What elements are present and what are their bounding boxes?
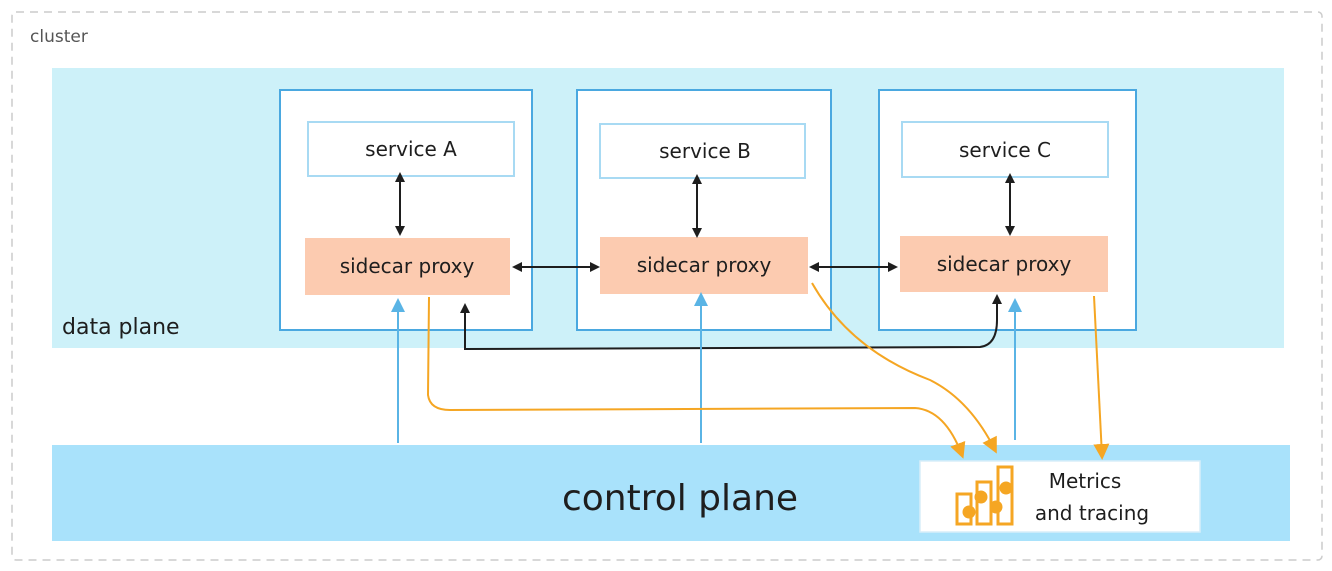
metrics-and-tracing-box[interactable]: Metrics and tracing — [919, 460, 1201, 533]
sidecar-proxy-c-label: sidecar proxy — [937, 252, 1072, 276]
sidecar-proxy-a-label: sidecar proxy — [340, 254, 475, 278]
service-mesh-diagram: cluster data plane control plane service… — [11, 11, 1323, 561]
pod-service-c: service C sidecar proxy — [878, 89, 1137, 331]
service-a-label: service A — [365, 137, 457, 161]
pod-service-a: service A sidecar proxy — [279, 89, 533, 331]
sidecar-proxy-b-label: sidecar proxy — [637, 253, 772, 277]
metrics-label-line1: Metrics — [1049, 469, 1122, 493]
pod-service-b: service B sidecar proxy — [576, 89, 832, 331]
metrics-label-line2: and tracing — [1035, 501, 1149, 525]
cluster-label: cluster — [30, 27, 88, 47]
service-c-label: service C — [959, 138, 1051, 162]
service-b-label: service B — [659, 139, 751, 163]
control-plane-label: control plane — [562, 478, 798, 519]
data-plane-label: data plane — [62, 315, 180, 340]
